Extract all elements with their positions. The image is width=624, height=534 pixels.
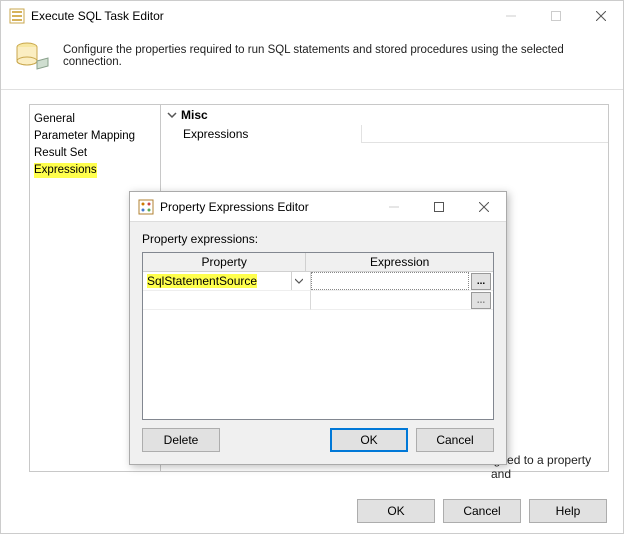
delete-button[interactable]: Delete [142,428,220,452]
sidebar-item-expressions[interactable]: Expressions [30,162,160,179]
description-text: igned to a property and [491,453,603,481]
property-value-sqlstatementsource: SqlStatementSource [147,274,257,288]
dialog-window-controls [371,192,506,221]
dialog-body: Property expressions: Property Expressio… [130,222,506,420]
expression-browse-button[interactable]: ... [471,292,491,309]
property-cell-empty[interactable] [143,291,310,310]
property-value[interactable] [361,125,608,143]
expressions-grid: Property Expression SqlStatementSource .… [142,252,494,420]
execute-sql-task-editor-window: Execute SQL Task Editor Configure the pr… [0,0,624,534]
property-expressions-editor-dialog: Property Expressions Editor Property exp… [129,191,507,465]
dialog-minimize-button [371,192,416,222]
group-header-misc[interactable]: Misc [161,105,608,125]
dialog-close-button[interactable] [461,192,506,222]
header-property[interactable]: Property [143,253,306,272]
app-icon [9,8,25,24]
sidebar-item-result-set[interactable]: Result Set [30,145,160,162]
dialog-titlebar: Property Expressions Editor [130,192,506,222]
outer-button-bar: OK Cancel Help [357,499,607,523]
dialog-ok-button[interactable]: OK [330,428,408,452]
close-button[interactable] [578,1,623,31]
expression-cell[interactable]: ... [310,272,493,291]
info-text: Configure the properties required to run… [63,44,609,68]
property-cell[interactable]: SqlStatementSource [143,272,310,291]
dialog-maximize-button[interactable] [416,192,461,222]
grid-header: Property Expression [143,253,493,272]
chevron-down-icon [295,277,303,285]
expression-browse-button[interactable]: ... [471,273,491,290]
expression-cell-empty: ... [310,291,493,310]
outer-titlebar: Execute SQL Task Editor [1,1,623,31]
database-icon [15,41,53,71]
window-controls [488,1,623,31]
sidebar-item-parameter-mapping[interactable]: Parameter Mapping [30,128,160,145]
ok-button[interactable]: OK [357,499,435,523]
help-button[interactable]: Help [529,499,607,523]
property-name: Expressions [161,125,361,143]
minimize-button [488,1,533,31]
expression-input[interactable] [311,272,469,290]
property-expressions-label: Property expressions: [142,232,494,246]
separator [1,89,623,90]
property-row-expressions[interactable]: Expressions [161,125,608,143]
table-row[interactable]: ... [143,291,493,310]
info-banner: Configure the properties required to run… [1,31,623,89]
group-label: Misc [181,108,208,122]
sidebar-item-general[interactable]: General [30,111,160,128]
table-row[interactable]: SqlStatementSource ... [143,272,493,291]
header-expression[interactable]: Expression [306,253,493,272]
dialog-button-bar: Delete OK Cancel [130,420,506,464]
chevron-down-icon [167,110,177,120]
cancel-button[interactable]: Cancel [443,499,521,523]
dialog-icon [138,199,154,215]
dialog-title: Property Expressions Editor [160,200,371,214]
property-dropdown-button[interactable] [291,272,306,290]
dialog-cancel-button[interactable]: Cancel [416,428,494,452]
window-title: Execute SQL Task Editor [31,9,488,23]
maximize-button [533,1,578,31]
